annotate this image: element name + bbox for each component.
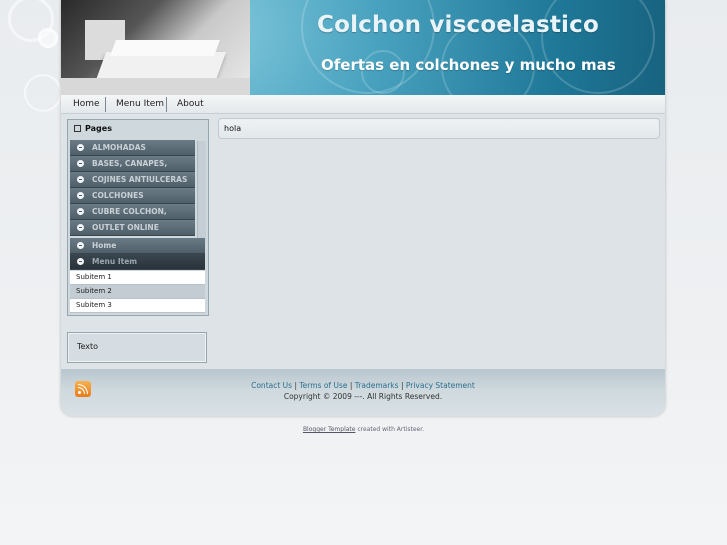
photo-floor [61, 78, 250, 95]
subitem-label: Subitem 3 [76, 301, 112, 309]
site-title[interactable]: Colchon viscoelastico [317, 12, 599, 38]
menu-item-about[interactable]: About [177, 95, 204, 113]
text-block-content: Texto [77, 342, 99, 351]
sidebar-item-cubre-colchon[interactable]: CUBRE COLCHON, [70, 204, 195, 220]
sidebar-item-outlet-online[interactable]: OUTLET ONLINE [70, 220, 195, 236]
header-bed-photo [61, 0, 250, 95]
sidebar-item-label: BASES, CANAPES, [92, 159, 168, 168]
menu-bullet-icon [77, 192, 84, 199]
menu-item-home[interactable]: Home [73, 95, 100, 113]
sidebar-text-block: Texto [67, 332, 207, 363]
subitem-label: Subitem 1 [76, 273, 112, 281]
footer-link-contact[interactable]: Contact Us [251, 381, 292, 390]
sidebar-item-label: Home [92, 241, 117, 250]
menu-bullet-icon [77, 144, 84, 151]
sidebar-item-label: ALMOHADAS [92, 143, 146, 152]
sidebar-item-label: OUTLET ONLINE [92, 223, 159, 232]
menu-bullet-icon [77, 208, 84, 215]
blogger-template-link[interactable]: Blogger Template [303, 426, 356, 433]
sidebar-item-menu-item[interactable]: Menu Item [70, 254, 205, 270]
menu-bullet-icon [77, 224, 84, 231]
menu-bullet-icon [77, 176, 84, 183]
sidebar-item-colchones[interactable]: COLCHONES [70, 188, 195, 204]
site-header: Colchon viscoelastico Ofertas en colchon… [61, 0, 665, 95]
menu-separator [166, 97, 167, 112]
sidebar-subitem-2[interactable]: Subitem 2 [70, 285, 205, 299]
post-content-box: hola [218, 118, 660, 139]
sidebar-item-home[interactable]: Home [70, 238, 205, 254]
site-slogan: Ofertas en colchones y mucho mas [321, 56, 616, 74]
footer-link-privacy[interactable]: Privacy Statement [406, 381, 475, 390]
sidebar-subitem-3[interactable]: Subitem 3 [70, 299, 205, 313]
menu-bullet-icon [77, 160, 84, 167]
sidebar-item-label: CUBRE COLCHON, [92, 207, 167, 216]
sidebar-scrollbar[interactable] [197, 141, 206, 241]
top-menu: Home Menu Item About [61, 95, 665, 114]
sidebar-item-cojines[interactable]: COJINES ANTIULCERAS [70, 172, 195, 188]
bg-circle-decoration [24, 74, 62, 112]
sidebar-item-label: COLCHONES [92, 191, 144, 200]
credit-text: created with Artisteer. [357, 426, 425, 433]
site-footer: Contact Us | Terms of Use | Trademarks |… [61, 369, 665, 416]
sidebar-item-label: Menu Item [92, 257, 138, 266]
menu-item-menu-item[interactable]: Menu Item [116, 95, 164, 113]
footer-link-trademarks[interactable]: Trademarks [355, 381, 399, 390]
footer-links: Contact Us | Terms of Use | Trademarks |… [251, 381, 475, 390]
footer-link-terms[interactable]: Terms of Use [299, 381, 347, 390]
pages-square-icon [74, 125, 81, 132]
template-credit: Blogger Template created with Artisteer. [0, 426, 727, 433]
pages-title: Pages [85, 124, 112, 133]
menu-separator [105, 97, 106, 112]
menu-bullet-icon [77, 242, 84, 249]
copyright-text: Copyright © 2009 ---. All Rights Reserve… [283, 392, 443, 401]
sidebar-item-bases-canapes[interactable]: BASES, CANAPES, [70, 156, 195, 172]
sidebar-item-label: COJINES ANTIULCERAS [92, 175, 188, 184]
subitem-label: Subitem 2 [76, 287, 112, 295]
sidebar-subitem-1[interactable]: Subitem 1 [70, 271, 205, 285]
pages-block: Pages ALMOHADAS BASES, CANAPES, COJINES … [67, 119, 209, 316]
menu-bullet-icon [77, 258, 84, 265]
bed-base [95, 52, 227, 80]
post-content: hola [224, 124, 242, 133]
bg-circle-decoration [38, 28, 58, 48]
pages-block-header: Pages [74, 124, 112, 133]
bed-mattress [110, 40, 220, 56]
sidebar-item-almohadas[interactable]: ALMOHADAS [70, 140, 195, 156]
page-container: Colchon viscoelastico Ofertas en colchon… [61, 0, 665, 416]
